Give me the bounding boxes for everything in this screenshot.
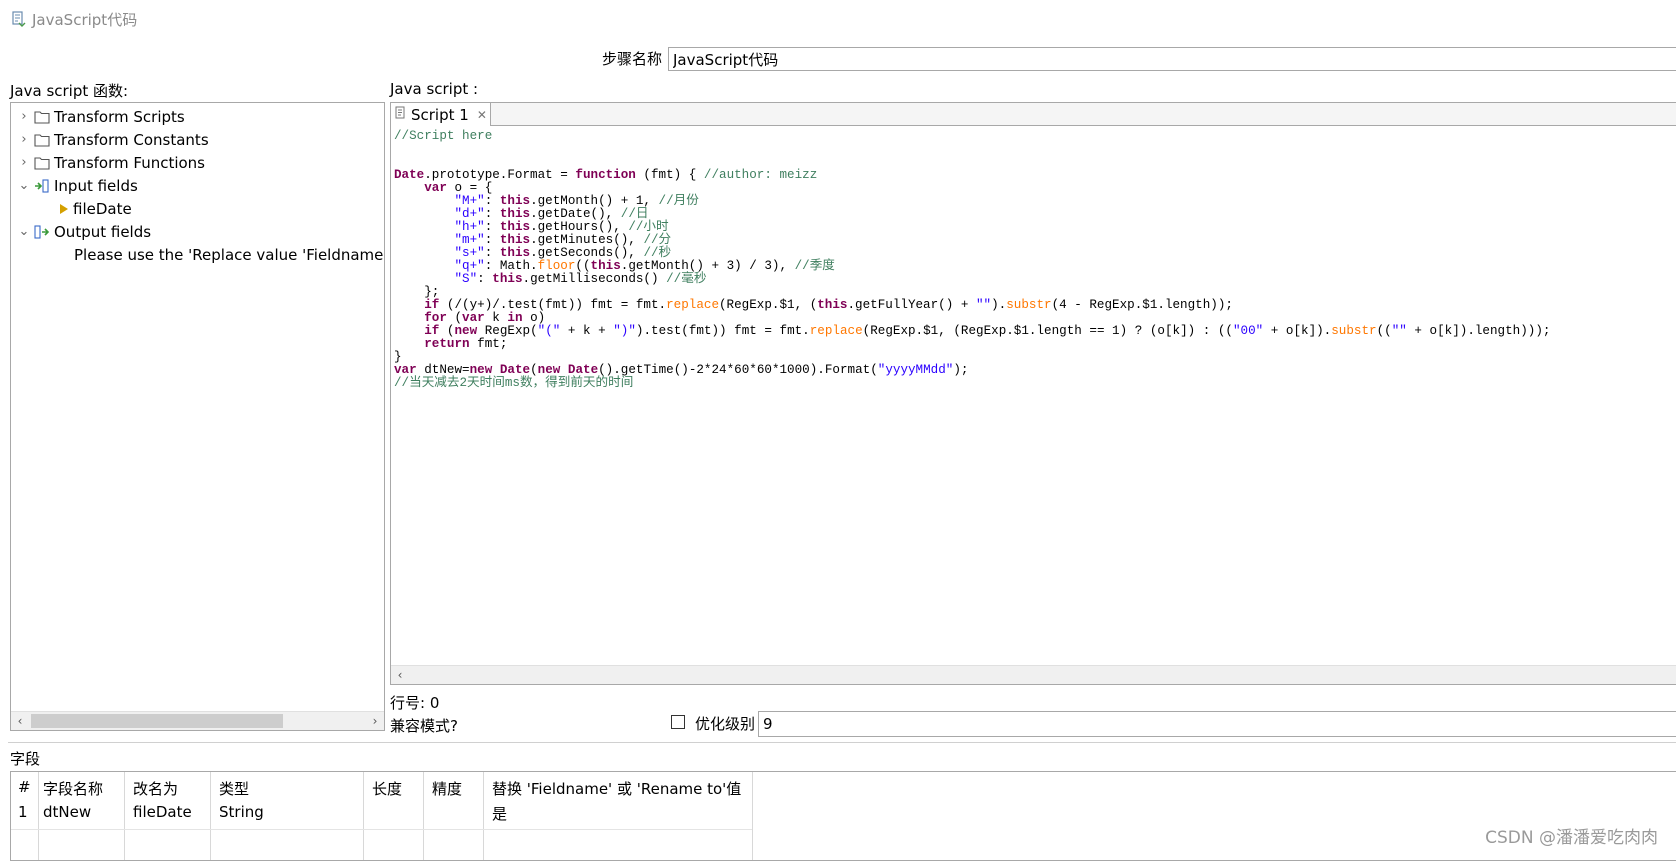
column-header-precision[interactable]: 精度	[432, 778, 462, 799]
column-header-length[interactable]: 长度	[372, 778, 402, 799]
script-icon	[395, 106, 407, 124]
column-header-type[interactable]: 类型	[219, 778, 249, 799]
fields-section-label: 字段	[10, 750, 41, 768]
column-header-index[interactable]: #	[18, 778, 31, 796]
tree-item-label: Transform Constants	[54, 130, 209, 149]
tree-item-label: Output fields	[54, 222, 152, 241]
tab-label: Script 1	[411, 105, 469, 124]
script-icon	[10, 11, 26, 27]
chevron-down-icon[interactable]: ⌄	[17, 224, 31, 239]
chevron-right-icon[interactable]: ›	[17, 155, 31, 170]
tree-item-label: Transform Scripts	[54, 107, 185, 126]
table-cell-type[interactable]: String	[219, 803, 264, 821]
line-number-label: 行号: 0	[390, 694, 440, 712]
script-editor[interactable]: Script 1 ✕ //Script here Date.prototype.…	[390, 102, 1676, 685]
step-name-label: 步骤名称	[602, 50, 663, 68]
tree-item-output-hint: Please use the 'Replace value 'Fieldname…	[74, 243, 385, 266]
arrow-right-icon	[59, 203, 69, 215]
optimize-checkbox[interactable]	[671, 715, 685, 729]
column-header-rename-to[interactable]: 改名为	[133, 778, 178, 799]
step-name-input[interactable]	[668, 47, 1676, 71]
optimize-level-label: 优化级别	[695, 715, 756, 733]
functions-tree[interactable]: › Transform Scripts › Transform Constant…	[10, 102, 385, 731]
chevron-right-icon[interactable]: ›	[17, 132, 31, 147]
table-cell-rename-to[interactable]: fileDate	[133, 803, 192, 821]
chevron-right-icon[interactable]: ›	[17, 109, 31, 124]
tree-item-transform-constants[interactable]: › Transform Constants	[17, 128, 209, 151]
window-title-text: JavaScript代码	[32, 10, 138, 29]
input-fields-icon	[34, 178, 50, 193]
output-fields-icon	[34, 224, 50, 239]
folder-icon	[34, 133, 50, 147]
script-panel-label: Java script :	[390, 80, 479, 98]
tree-item-label: Input fields	[54, 176, 138, 195]
close-icon[interactable]: ✕	[477, 108, 487, 122]
divider	[8, 742, 1676, 743]
watermark: CSDN @潘潘爱吃肉肉	[1485, 828, 1658, 848]
scroll-left-icon[interactable]: ‹	[11, 712, 29, 730]
fields-table[interactable]: # 字段名称 改名为 类型 长度 精度 替换 'Fieldname' 或 'Re…	[10, 771, 1676, 861]
tree-item-output-fields[interactable]: ⌄ Output fields	[17, 220, 152, 243]
compat-mode-label: 兼容模式?	[390, 717, 458, 735]
folder-icon	[34, 156, 50, 170]
table-cell-field-name[interactable]: dtNew	[43, 803, 91, 821]
folder-icon	[34, 110, 50, 124]
tree-item-transform-scripts[interactable]: › Transform Scripts	[17, 105, 185, 128]
editor-horizontal-scrollbar[interactable]: ‹	[391, 665, 1676, 684]
optimize-level-input[interactable]	[758, 711, 1676, 737]
code-text[interactable]: //Script here Date.prototype.Format = fu…	[394, 130, 1550, 390]
tree-item-transform-functions[interactable]: › Transform Functions	[17, 151, 205, 174]
scroll-left-icon[interactable]: ‹	[391, 666, 409, 684]
table-cell-index: 1	[18, 803, 28, 821]
scrollbar-thumb[interactable]	[31, 714, 283, 728]
tree-horizontal-scrollbar[interactable]: ‹ ›	[11, 711, 384, 730]
editor-tab-bar: Script 1 ✕	[391, 103, 1676, 126]
column-header-replace[interactable]: 替换 'Fieldname' 或 'Rename to'值	[492, 778, 741, 799]
window-title: JavaScript代码	[10, 8, 137, 30]
tree-item-label: Please use the 'Replace value 'Fieldname…	[74, 245, 385, 264]
scroll-right-icon[interactable]: ›	[366, 712, 384, 730]
table-cell-replace[interactable]: 是	[492, 803, 507, 824]
tree-item-filedate[interactable]: fileDate	[56, 197, 132, 220]
tree-item-label: fileDate	[73, 199, 132, 218]
column-header-field-name[interactable]: 字段名称	[43, 778, 103, 799]
tab-script-1[interactable]: Script 1 ✕	[391, 103, 491, 126]
tree-item-label: Transform Functions	[54, 153, 205, 172]
functions-panel-label: Java script 函数:	[10, 82, 129, 100]
chevron-down-icon[interactable]: ⌄	[17, 178, 31, 193]
tree-item-input-fields[interactable]: ⌄ Input fields	[17, 174, 138, 197]
